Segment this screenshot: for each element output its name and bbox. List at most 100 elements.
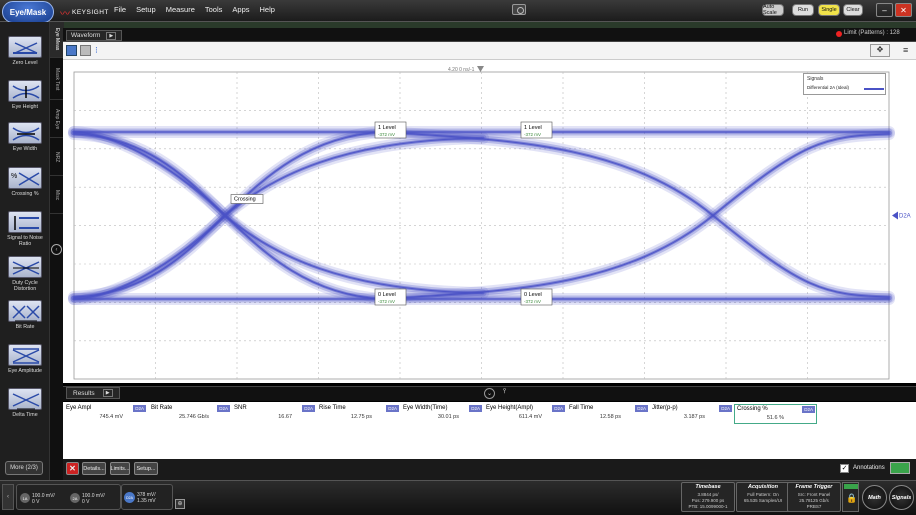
menu-file[interactable]: File [114,5,126,14]
trigger-source: Src: Front Panel [797,492,831,497]
timebase-panel[interactable]: Timebase 3.8844 ps/ Pos: 279.900 ps PTB:… [681,482,735,512]
mode-button[interactable]: Eye/Mask [2,1,54,23]
meas-eye-height[interactable]: Eye Height(Ampl) D2A 611.4 mV [484,404,566,424]
pin-icon[interactable]: ⫯ [503,388,506,396]
annotations-label: Annotations [853,465,885,471]
meas-snr[interactable]: SNR D2A 16.67 [232,404,316,424]
pan-zoom-icon[interactable]: ✥ [870,44,890,57]
bit-rate-icon [8,300,42,322]
signals-legend[interactable]: Signals Differential 2A (Ideal) [803,73,886,95]
collapse-sidebar-icon[interactable]: ‹ [51,244,62,255]
meas-bit-rate[interactable]: Bit Rate D2A 25.746 Gb/s [149,404,231,424]
tool-snr[interactable]: Signal to Noise Ratio [5,211,45,247]
acquisition-title: Acquisition [748,484,778,490]
tool-eye-height[interactable]: Eye Height [5,80,45,110]
math-button[interactable]: Math [862,485,887,510]
single-grid-icon[interactable] [66,45,77,56]
run-button[interactable]: Run [792,4,814,16]
more-tools-button[interactable]: More (2/3) [5,461,43,475]
collapse-results-icon[interactable]: ⌄ [484,388,495,399]
screenshot-camera-icon[interactable] [512,4,526,15]
meas-badge: D2A [719,405,732,412]
menu-measure[interactable]: Measure [166,5,195,14]
keysight-wave-icon: 〰 [60,9,70,20]
trigger-rate: 25.78125 Gb/s [799,498,829,503]
annotations-checkbox[interactable]: ✓ [840,464,849,473]
meas-badge: D2A [217,405,230,412]
meas-name: Jitter(p-p) [652,405,678,411]
tool-zero-level[interactable]: Zero Level [5,36,45,66]
eye-amplitude-icon [8,344,42,366]
channel-2a-scale: 100.0 mV/0 V [82,493,105,505]
lock-panel[interactable]: 🔒 [842,482,859,512]
tab-mask-test[interactable]: Mask Test [50,60,64,100]
tool-delta-time[interactable]: Delta Time [5,388,45,418]
setup-button[interactable]: Setup... [134,462,158,475]
limits-button[interactable]: Limits... [110,462,130,475]
close-icon[interactable]: ✕ [895,3,912,17]
tab-waveform[interactable]: Waveform ▶ [66,30,122,41]
menu-help[interactable]: Help [260,5,275,14]
add-channel-icon[interactable]: ⊕ [175,499,185,509]
level-annotation-value: -372 mV [378,299,395,304]
tab-nrz[interactable]: NRZ [50,140,64,176]
eye-diagram: 4.20 0 ns/-11 Level-372 mV1 Level-372 mV… [68,66,911,380]
meas-jitter[interactable]: Jitter(p-p) D2A 3.187 ps [650,404,733,424]
minimize-icon[interactable]: – [876,3,893,17]
channel-d2a-icon: D2A [124,492,135,503]
details-button[interactable]: Details... [82,462,106,475]
annotations-color-button[interactable] [890,462,910,474]
tool-label: Duty Cycle Distortion [12,280,38,292]
meas-crossing[interactable]: Crossing % D2A 51.6 % [734,404,817,424]
meas-eye-width[interactable]: Eye Width(Time) D2A 30.01 ps [401,404,483,424]
eye-width-icon [8,122,42,144]
sidebar-tabs: Eye Meas Mask Test Amp Eye NRZ Misc ‹ [49,22,64,480]
tab-eye-meas[interactable]: Eye Meas [50,22,64,58]
tool-duty-cycle[interactable]: Duty Cycle Distortion [5,256,45,292]
single-button[interactable]: Single [818,4,840,16]
menu-setup[interactable]: Setup [136,5,156,14]
channel-marker-label: D2A [899,214,911,220]
level-annotation-name: 0 Level [524,292,542,298]
marker-icon[interactable]: ⁝ [95,45,98,56]
tab-misc[interactable]: Misc [50,178,64,214]
channel-marker-icon [892,211,898,220]
signals-button[interactable]: Signals [889,485,914,510]
tool-eye-width[interactable]: Eye Width [5,122,45,152]
meas-badge: D2A [802,406,815,413]
meas-fall-time[interactable]: Fall Time D2A 12.58 ps [567,404,649,424]
tool-eye-amplitude[interactable]: Eye Amplitude [5,344,45,374]
level-annotation-value: -372 mV [524,132,541,137]
waveform-tab-arrow-icon[interactable]: ▶ [106,31,117,40]
tool-bit-rate[interactable]: Bit Rate [5,300,45,330]
waveform-header [63,28,916,42]
auto-scale-button[interactable]: Auto Scale [762,4,784,16]
ch-line2: 0 V [32,499,40,505]
multi-grid-icon[interactable] [80,45,91,56]
snr-icon [8,211,42,233]
expand-icon[interactable]: ‹ [2,484,14,510]
delete-measurement-icon[interactable]: ✕ [66,462,79,475]
menu-tools[interactable]: Tools [205,5,223,14]
clear-button[interactable]: Clear [843,4,863,16]
timebase-ptb: PTB: 15.0099000-1 [688,504,728,509]
waveform-plot[interactable]: 4.20 0 ns/-1 1 Level -372 mV 1 Level -372 mV… [63,60,916,383]
frame-trigger-panel[interactable]: Frame Trigger Src: Front Panel 25.78125 … [787,482,841,512]
tool-crossing[interactable]: % Crossing % [5,167,45,197]
meas-value: 745.4 mV [99,414,123,420]
channel-box-a[interactable]: 1A 100.0 mV/0 V 2A 100.0 mV/0 V [16,484,121,510]
meas-rise-time[interactable]: Rise Time D2A 12.75 ps [317,404,400,424]
menu-icon[interactable]: ≡ [903,45,908,55]
acquisition-panel[interactable]: Acquisition Full Pattern: On 65.535 Samp… [736,482,790,512]
results-table: Eye Ampl D2A 745.4 mV Bit Rate D2A 25.746 Gb… [63,402,916,459]
results-tab-arrow-icon[interactable]: ▶ [102,389,113,397]
channel-box-d2a[interactable]: D2A 378 mV/1.35 mV [121,484,173,510]
tab-results[interactable]: Results ▶ [66,387,120,399]
lock-status-bar [844,484,858,489]
meas-eye-ampl[interactable]: Eye Ampl D2A 745.4 mV [64,404,147,424]
results-header: ⌄ ⫯ [63,386,916,401]
menu-apps[interactable]: Apps [232,5,249,14]
eye-height-icon [8,80,42,102]
meas-value: 3.187 ps [683,414,705,420]
tab-amp-eye[interactable]: Amp Eye [50,102,64,138]
